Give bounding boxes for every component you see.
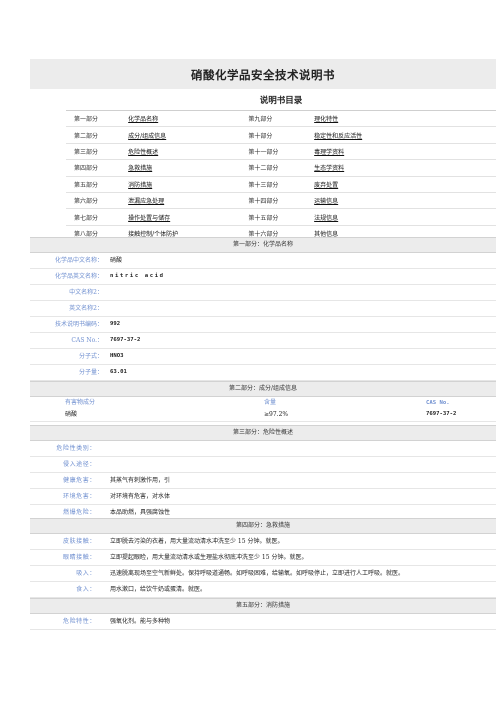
field-value: 用水漱口，给饮牛奶或蛋清。就医。 bbox=[110, 586, 207, 593]
field-row: 健康危害： 其蒸气有刺激作用，引 bbox=[30, 473, 496, 489]
section-3-header: 第三部分：危险性概述 bbox=[30, 425, 496, 441]
section-5-header: 第五部分：消防措施 bbox=[30, 598, 496, 614]
field-value: 7697-37-2 bbox=[110, 337, 141, 343]
toc-part-label: 第十一部分 bbox=[240, 143, 315, 161]
field-label: 危险性类别： bbox=[56, 445, 96, 452]
field-row: 英文名称2： bbox=[30, 301, 496, 317]
toc-part-label: 第二部分 bbox=[66, 126, 129, 144]
toc-part-label: 第十五部分 bbox=[240, 208, 315, 226]
field-value: 立即脱去污染的衣着，用大量流动清水冲洗至少 15 分钟。就医。 bbox=[110, 538, 284, 545]
toc-link[interactable]: 化学品名称 bbox=[128, 111, 241, 128]
toc-link[interactable]: 理化特性 bbox=[314, 111, 496, 128]
field-label: 食入： bbox=[76, 586, 96, 593]
toc-link[interactable]: 生态学资料 bbox=[314, 159, 496, 177]
component-name: 硝酸 bbox=[65, 411, 78, 418]
toc-part-label: 第十二部分 bbox=[240, 159, 315, 177]
field-value: 992 bbox=[110, 321, 121, 327]
field-row: 皮肤接触： 立即脱去污染的衣着，用大量流动清水冲洗至少 15 分钟。就医。 bbox=[30, 534, 496, 550]
field-label: 中文名称2： bbox=[69, 289, 103, 296]
field-value: 对环境有危害，对水体 bbox=[110, 493, 171, 500]
field-value: nitric acid bbox=[110, 273, 165, 279]
toc-link[interactable]: 稳定性和反应活性 bbox=[314, 126, 496, 144]
toc-part-label: 第十三部分 bbox=[240, 176, 315, 193]
field-label: 健康危害： bbox=[62, 477, 96, 484]
toc-link[interactable]: 法规信息 bbox=[314, 208, 496, 226]
field-row: 食入： 用水漱口，给饮牛奶或蛋清。就医。 bbox=[30, 582, 496, 598]
toc-part-label: 第四部分 bbox=[66, 159, 129, 177]
toc-row: 第七部分 操作处置与储存 第十五部分 法规信息 bbox=[66, 208, 496, 226]
toc-row: 第五部分 消防措施 第十三部分 废弃处置 bbox=[66, 176, 496, 193]
toc-part-label: 第七部分 bbox=[66, 208, 129, 226]
field-value: 硝酸 bbox=[110, 257, 123, 264]
field-row: 环境危害： 对环境有危害，对水体 bbox=[30, 489, 496, 505]
toc-table: 第一部分 化学品名称 第九部分 理化特性 第二部分 成分/组成信息 第十部分 稳定性和反应活性… bbox=[66, 111, 496, 243]
field-label: 环境危害： bbox=[62, 493, 96, 500]
toc-heading: 说明书目录 bbox=[66, 88, 496, 111]
field-row: 侵入途径： bbox=[30, 457, 496, 473]
field-value: 迅速脱离现场至空气新鲜处。保持呼吸道通畅。如呼吸困难，给输氧。如呼吸停止，立即进… bbox=[110, 570, 405, 577]
document-page: 硝酸化学品安全技术说明书 说明书目录 第一部分 化学品名称 第九部分 理化特性 第二部分… bbox=[0, 0, 496, 702]
field-row: 中文名称2： bbox=[30, 285, 496, 301]
section-2-header: 第二部分：成分/组成信息 bbox=[30, 381, 496, 397]
field-row: 化学品中文名称： 硝酸 bbox=[30, 253, 496, 269]
toc-part-label: 第三部分 bbox=[66, 143, 129, 161]
toc-heading-text: 说明书目录 bbox=[259, 96, 303, 106]
toc-link[interactable]: 消防措施 bbox=[128, 176, 241, 193]
toc-part-label: 第六部分 bbox=[66, 192, 129, 210]
toc-link[interactable]: 泄漏应急处理 bbox=[128, 192, 241, 210]
field-label: 分子式： bbox=[78, 353, 103, 360]
field-value: HNO3 bbox=[110, 353, 124, 359]
field-label: 化学品英文名称： bbox=[54, 273, 103, 280]
toc-link[interactable]: 急救措施 bbox=[128, 159, 241, 177]
toc-link[interactable]: 废弃处置 bbox=[314, 176, 496, 193]
field-value: 63.01 bbox=[110, 369, 127, 375]
component-cas: 7697-37-2 bbox=[426, 411, 457, 417]
field-label: 分子量： bbox=[78, 369, 103, 376]
field-label: 吸入： bbox=[76, 570, 96, 577]
field-row: CAS No.： 7697-37-2 bbox=[30, 333, 496, 349]
field-row: 分子式： HNO3 bbox=[30, 349, 496, 365]
field-row: 分子量： 63.01 bbox=[30, 365, 496, 381]
toc-row: 第一部分 化学品名称 第九部分 理化特性 bbox=[66, 111, 496, 128]
document-title: 硝酸化学品安全技术说明书 bbox=[191, 68, 335, 82]
field-value: 其蒸气有刺激作用，引 bbox=[110, 477, 171, 484]
toc-part-label: 第十四部分 bbox=[240, 192, 315, 210]
toc-link[interactable]: 操作处置与储存 bbox=[128, 208, 241, 226]
composition-row: 硝酸 ≥97.2% 7697-37-2 bbox=[30, 408, 496, 422]
field-row: 化学品英文名称： nitric acid bbox=[30, 269, 496, 285]
toc-row: 第三部分 危险性概述 第十一部分 毒理学资料 bbox=[66, 143, 496, 161]
field-label: 侵入途径： bbox=[62, 461, 96, 468]
section-4-header: 第四部分：急救措施 bbox=[30, 518, 496, 534]
toc-row: 第六部分 泄漏应急处理 第十四部分 运输信息 bbox=[66, 192, 496, 210]
field-label: 眼睛接触： bbox=[62, 554, 96, 561]
field-value: 立即提起眼睑，用大量流动清水或生理盐水彻底冲洗至少 15 分钟。就医。 bbox=[110, 554, 308, 561]
toc-link[interactable]: 危险性概述 bbox=[128, 143, 241, 161]
field-row: 技术说明书编码： 992 bbox=[30, 317, 496, 333]
title-band: 硝酸化学品安全技术说明书 bbox=[30, 59, 496, 89]
field-label: 皮肤接触： bbox=[62, 538, 96, 545]
field-label: 技术说明书编码： bbox=[54, 321, 103, 328]
field-label: 英文名称2： bbox=[69, 305, 103, 312]
field-label: 危险特性： bbox=[62, 618, 96, 625]
toc-link[interactable]: 毒理学资料 bbox=[314, 143, 496, 161]
field-label: 化学品中文名称： bbox=[54, 257, 103, 264]
toc-link[interactable]: 成分/组成信息 bbox=[128, 126, 241, 144]
toc-part-label: 第五部分 bbox=[66, 176, 129, 193]
toc-part-label: 第十部分 bbox=[240, 126, 315, 144]
toc-part-label: 第九部分 bbox=[240, 111, 315, 128]
toc-row: 第二部分 成分/组成信息 第十部分 稳定性和反应活性 bbox=[66, 126, 496, 144]
component-content: ≥97.2% bbox=[264, 411, 289, 418]
section-1-header: 第一部分：化学品名称 bbox=[30, 237, 496, 253]
field-value: 强氧化剂。能与多种物 bbox=[110, 618, 171, 625]
field-label: CAS No.： bbox=[71, 337, 103, 344]
field-row: 危险性类别： bbox=[30, 441, 496, 457]
field-row: 危险特性： 强氧化剂。能与多种物 bbox=[30, 614, 496, 630]
toc-part-label: 第一部分 bbox=[66, 111, 129, 128]
toc-link[interactable]: 运输信息 bbox=[314, 192, 496, 210]
field-row: 眼睛接触： 立即提起眼睑，用大量流动清水或生理盐水彻底冲洗至少 15 分钟。就医。 bbox=[30, 550, 496, 566]
field-row: 吸入： 迅速脱离现场至空气新鲜处。保持呼吸道通畅。如呼吸困难，给输氧。如呼吸停止，… bbox=[30, 566, 496, 582]
toc-row: 第四部分 急救措施 第十二部分 生态学资料 bbox=[66, 159, 496, 177]
